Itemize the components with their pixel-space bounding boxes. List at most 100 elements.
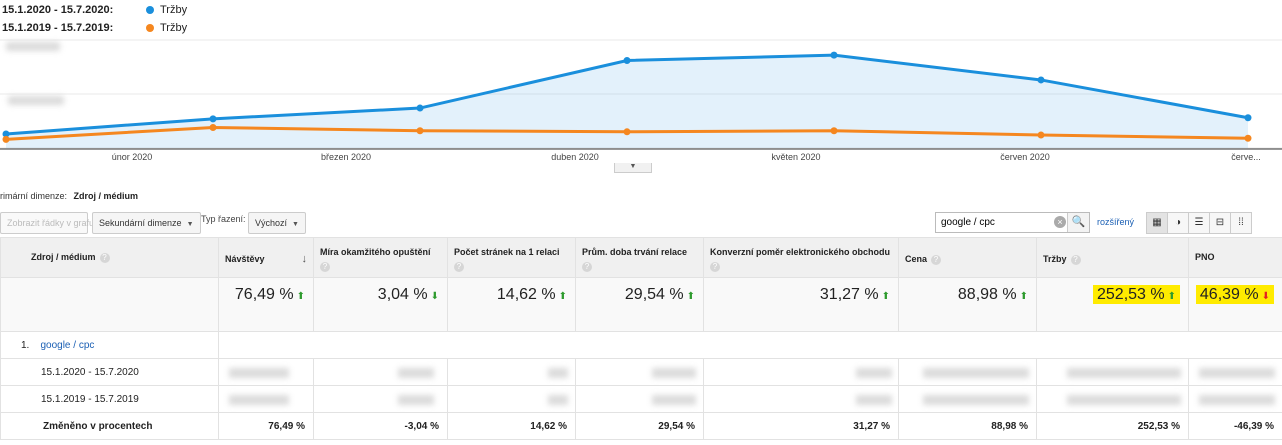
legend-series-2019[interactable]: Tržby — [146, 22, 187, 34]
percent-change-row: Změněno v procentech 76,49 % -3,04 % 14,… — [0, 412, 1282, 440]
line-chart — [0, 39, 1282, 150]
comparison-view-icon[interactable]: ⊟ — [1209, 212, 1231, 234]
data-point[interactable] — [2, 135, 10, 143]
data-point[interactable] — [1244, 114, 1252, 122]
help-icon[interactable]: ? — [454, 262, 464, 272]
redacted-cell — [313, 358, 448, 386]
data-point[interactable] — [209, 123, 217, 131]
help-icon[interactable]: ? — [1070, 255, 1081, 265]
help-icon[interactable]: ? — [710, 262, 720, 272]
source-medium-link[interactable]: google / cpc — [40, 340, 94, 351]
summary-value: 76,49 % — [234, 286, 294, 303]
secondary-dimension-dropdown[interactable]: Sekundární dimenze ▼ — [92, 212, 201, 234]
primary-dimension: rimární dimenze: Zdroj / médium — [0, 191, 138, 201]
column-header-visits[interactable]: Návštěvy ↓ — [218, 237, 314, 278]
collapse-chart-button[interactable]: ▼ — [614, 163, 652, 173]
column-label: Prům. doba trvání relace — [582, 247, 688, 257]
arrow-up-icon: ⬆ — [1019, 291, 1028, 302]
plot-rows-button[interactable]: Zobrazit řádky v grafu — [0, 212, 94, 234]
legend-range: 15.1.2019 - 15.7.2019: — [2, 22, 114, 34]
summary-cell: 46,39 % ⬇ — [1188, 277, 1282, 332]
redacted-cell — [1188, 358, 1282, 386]
column-header-bounce-rate[interactable]: Míra okamžitého opuštění? — [313, 237, 448, 278]
x-tick-label: únor 2020 — [111, 152, 153, 162]
column-header-source-medium[interactable]: Zdroj / médium? — [0, 237, 219, 278]
summary-value: 3,04 % — [377, 286, 428, 303]
help-icon[interactable]: ? — [582, 262, 592, 272]
column-header-revenue[interactable]: Tržby? — [1036, 237, 1189, 278]
primary-dimension-value[interactable]: Zdroj / médium — [74, 191, 139, 201]
column-header-pno[interactable]: PNO — [1188, 237, 1282, 278]
pie-view-icon[interactable]: ◑ — [1167, 212, 1189, 234]
data-point[interactable] — [1244, 134, 1252, 142]
data-point[interactable] — [623, 57, 631, 65]
table-toolbar: Zobrazit řádky v grafu Sekundární dimenz… — [0, 208, 1282, 236]
redacted-cell — [313, 385, 448, 413]
search-icon[interactable]: 🔍 — [1067, 213, 1089, 232]
data-point[interactable] — [830, 127, 838, 135]
data-point[interactable] — [623, 128, 631, 136]
clear-icon[interactable]: × — [1054, 216, 1066, 228]
data-point[interactable] — [830, 51, 838, 59]
view-switcher: ▦ ◑ ☰ ⊟ ⁞⁞ — [1146, 212, 1252, 234]
column-label: Počet stránek na 1 relaci — [454, 247, 560, 257]
x-tick-label: květen 2020 — [771, 152, 821, 162]
summary-value: 252,53 % — [1097, 286, 1165, 303]
plot-rows-label: Zobrazit řádky v grafu — [7, 218, 95, 228]
help-icon[interactable]: ? — [320, 262, 330, 272]
performance-view-icon[interactable]: ☰ — [1188, 212, 1210, 234]
table-view-icon[interactable]: ▦ — [1146, 212, 1168, 234]
help-icon[interactable]: ? — [99, 253, 110, 263]
secondary-dimension-label: Sekundární dimenze — [99, 218, 182, 228]
summary-cell: 29,54 % ⬆ — [575, 277, 704, 332]
legend-series-2020[interactable]: Tržby — [146, 4, 187, 16]
redacted-cell — [575, 385, 704, 413]
redacted-cell — [447, 385, 576, 413]
summary-cell: 88,98 % ⬆ — [898, 277, 1037, 332]
sort-type-dropdown[interactable]: Výchozí ▼ — [248, 212, 306, 234]
legend-row-2020: 15.1.2020 - 15.7.2020: — [2, 4, 113, 16]
arrow-up-icon: ⬆ — [296, 291, 305, 302]
sort-down-arrow-icon[interactable]: ↓ — [302, 254, 308, 265]
column-header-ecommerce-conversion-rate[interactable]: Konverzní poměr elektronického obchodu? — [703, 237, 899, 278]
redacted-cell — [1036, 358, 1189, 386]
redacted-cell — [1036, 385, 1189, 413]
redacted-cell — [575, 358, 704, 386]
data-point[interactable] — [209, 115, 217, 123]
summary-value: 29,54 % — [624, 286, 684, 303]
redacted-cell — [898, 358, 1037, 386]
x-tick-label: březen 2020 — [320, 152, 372, 162]
percent-change-cell: 14,62 % — [447, 412, 576, 440]
row-index: 1. — [21, 339, 30, 351]
legend-row-2019: 15.1.2019 - 15.7.2019: — [2, 22, 113, 34]
arrow-up-icon: ⬆ — [558, 291, 567, 302]
pivot-view-icon[interactable]: ⁞⁞ — [1230, 212, 1252, 234]
data-point[interactable] — [1037, 76, 1045, 84]
redacted-cell — [703, 385, 899, 413]
summary-value: 46,39 % — [1199, 286, 1259, 303]
data-point[interactable] — [416, 104, 424, 112]
data-point[interactable] — [1037, 131, 1045, 139]
series-dot-icon — [146, 24, 154, 32]
highlighted-value: 46,39 % ⬇ — [1195, 285, 1274, 304]
column-header-avg-session-duration[interactable]: Prům. doba trvání relace? — [575, 237, 704, 278]
percent-change-cell: 88,98 % — [898, 412, 1037, 440]
redacted-cell — [898, 385, 1037, 413]
column-label: Návštěvy — [225, 254, 265, 264]
summary-row: 76,49 % ⬆ 3,04 % ⬇ 14,62 % ⬆ 29,54 % ⬆ 31,27… — [0, 277, 1282, 332]
column-label: PNO — [1195, 252, 1215, 262]
highlighted-value: 252,53 % ⬆ — [1093, 285, 1180, 304]
search-input[interactable] — [936, 213, 1046, 232]
advanced-filter-link[interactable]: rozšířený — [1097, 217, 1134, 227]
percent-change-label: Změněno v procentech — [0, 412, 219, 440]
column-header-cost[interactable]: Cena? — [898, 237, 1037, 278]
x-tick-label: duben 2020 — [551, 152, 599, 162]
summary-cell: 31,27 % ⬆ — [703, 277, 899, 332]
data-point[interactable] — [416, 127, 424, 135]
column-header-pages-per-session[interactable]: Počet stránek na 1 relaci? — [447, 237, 576, 278]
series-dot-icon — [146, 6, 154, 14]
help-icon[interactable]: ? — [931, 255, 942, 265]
redacted-cell — [1188, 385, 1282, 413]
arrow-up-icon: ⬆ — [881, 291, 890, 302]
percent-change-cell: -46,39 % — [1188, 412, 1282, 440]
